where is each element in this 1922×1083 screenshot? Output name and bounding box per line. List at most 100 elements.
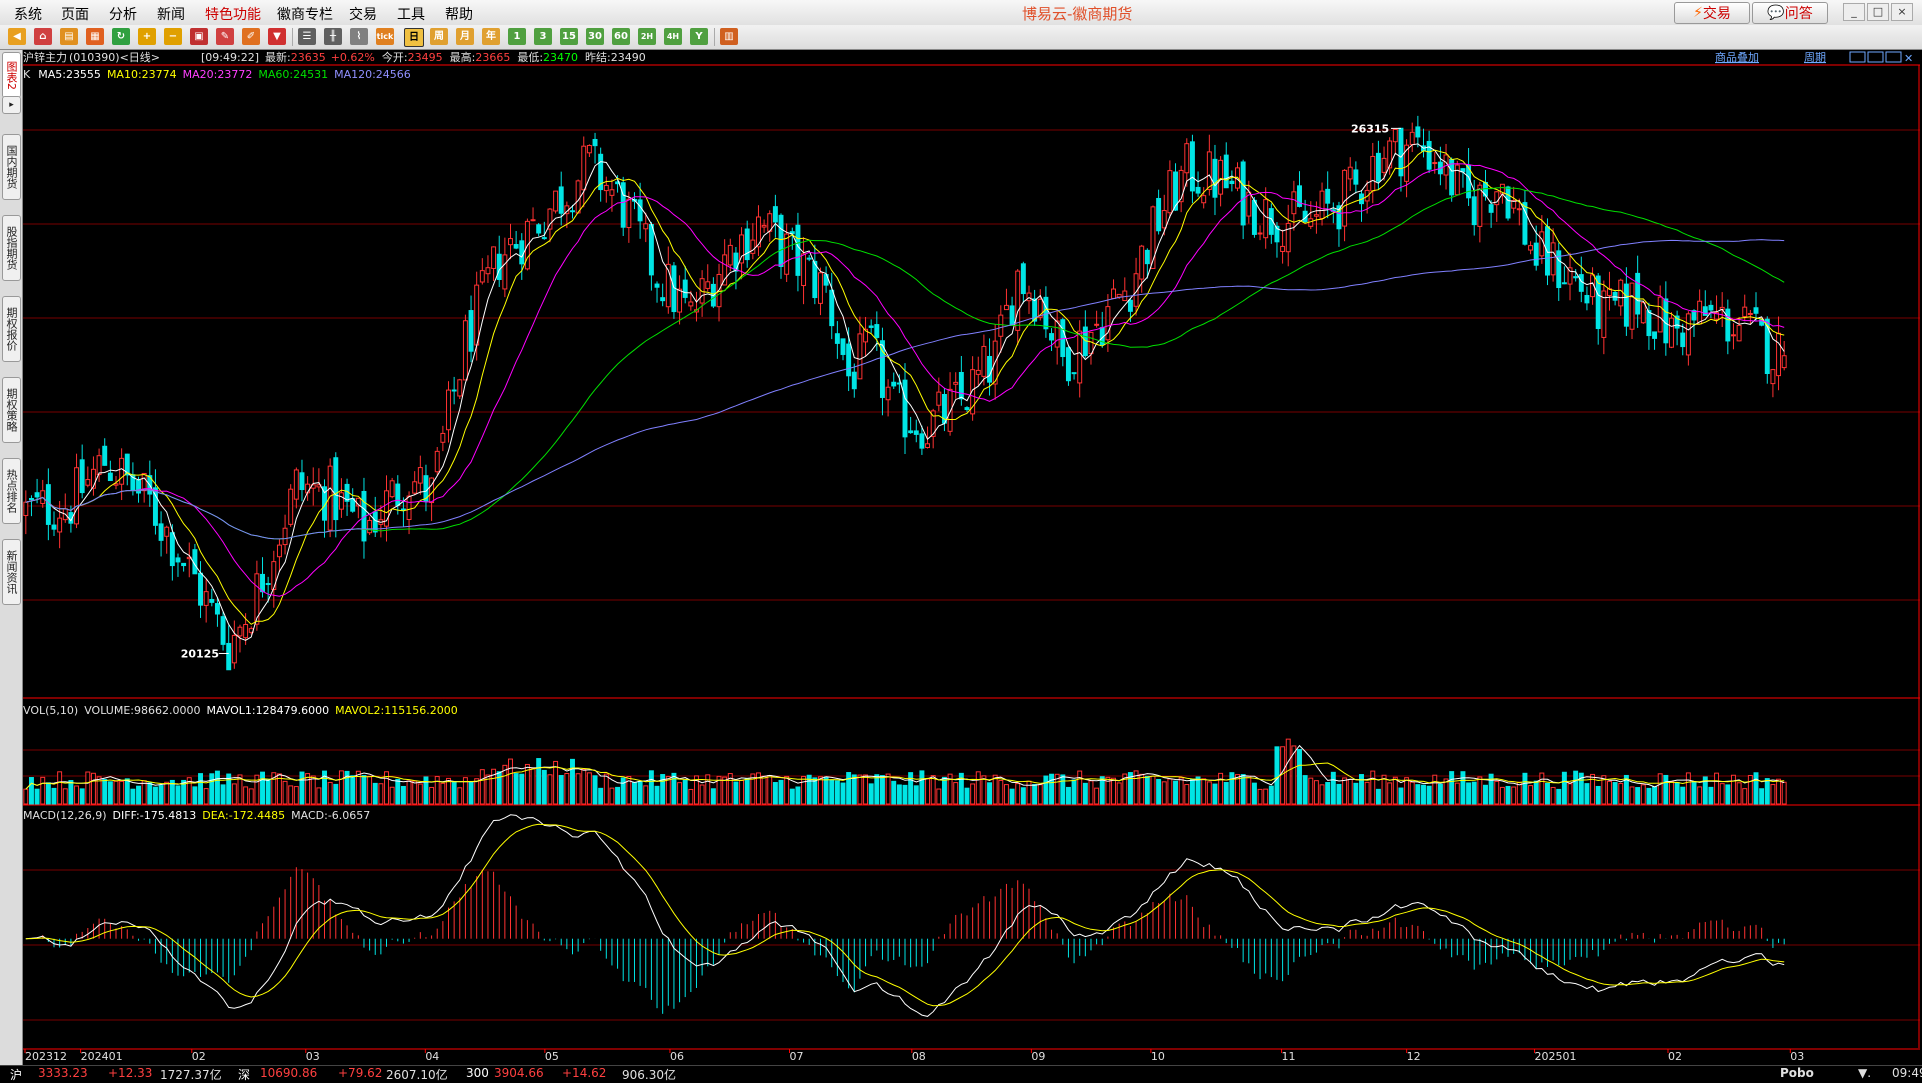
sidebar-tab-option-strategy[interactable]: 期权策略 [2,377,21,443]
candle-body [981,345,987,377]
layout-full-icon[interactable] [1885,51,1902,63]
calendar-icon[interactable]: ▥ [720,28,738,45]
sz-index-label: 深 [238,1068,251,1082]
volume-bar [581,768,587,805]
maximize-icon[interactable]: □ [1867,3,1889,21]
quote-icon[interactable]: ▦ [86,28,104,45]
menu-news[interactable]: 新闻 [157,4,185,24]
chat-icon: 💬 [1767,5,1785,21]
tick-icon[interactable]: tick [376,28,394,45]
back-icon[interactable]: ◀ [8,28,26,45]
draw-icon[interactable]: ✎ [216,28,234,45]
zoom-out-icon[interactable]: − [164,28,182,45]
volume-bar [1652,786,1658,805]
candle-body [79,459,85,494]
close-icon[interactable]: × [1891,3,1913,21]
period-week-button[interactable]: 周 [430,28,448,45]
candle-body [1528,245,1534,251]
minimize-icon[interactable]: _ [1843,3,1865,21]
candle-body [440,432,446,443]
sidebar-tab-domestic-futures[interactable]: 国内期货 [2,134,21,200]
period-1m-button[interactable]: 1 [508,28,526,45]
candle-body [57,517,63,533]
sh-index-change: +12.33 [108,1066,153,1080]
period-day-button[interactable]: 日 [404,28,424,47]
volume-bar [1206,781,1212,805]
sh-index-value: 3333.23 [38,1066,88,1080]
menu-trade[interactable]: 交易 [349,4,377,24]
refresh-icon[interactable]: ↻ [112,28,130,45]
candle-body [1618,279,1624,307]
volume-bar [508,758,513,805]
period-custom-button[interactable]: Y [690,28,708,45]
candle-body [795,224,801,276]
volume-bar [62,788,68,805]
candle-body [885,386,891,401]
brush-icon[interactable]: ✐ [242,28,260,45]
candle-body [457,379,463,397]
volume-bar [1618,783,1624,805]
volume-bar [479,769,485,805]
volume-bar [953,782,959,805]
layout-split-icon[interactable] [1867,51,1884,63]
trade-button[interactable]: ⚡ 交易 [1674,2,1750,24]
candle-body [1218,159,1224,195]
period-30m-button[interactable]: 30 [586,28,604,45]
overlay-link[interactable]: 商品叠加 [1715,50,1759,64]
volume-bar [1240,774,1246,805]
sidebar-tab-chart[interactable]: 图表2 [2,52,21,98]
sidebar-expand-icon[interactable]: ▸ [2,96,21,114]
candle-body [936,391,942,406]
list-icon[interactable]: ☰ [298,28,316,45]
layout-toggle-icon[interactable] [1849,51,1866,63]
menu-help[interactable]: 帮助 [445,4,473,24]
kline-icon[interactable]: ╫ [324,28,342,45]
folder-icon[interactable]: ▤ [60,28,78,45]
hs300-turnover: 906.30亿 [622,1068,676,1082]
menu-system[interactable]: 系统 [14,4,42,24]
period-4h-button[interactable]: 4H [664,28,682,45]
candle-body [761,224,767,228]
volume-bar [1370,770,1376,805]
candle-body [276,544,282,558]
sidebar-tab-hot-ranking[interactable]: 热点排名 [2,458,21,524]
sidebar-tab-index-futures[interactable]: 股指期货 [2,215,21,281]
menu-tools[interactable]: 工具 [397,4,425,24]
candle-body [834,333,840,344]
volume-bar [789,788,795,805]
period-2h-button[interactable]: 2H [638,28,656,45]
qa-button[interactable]: 💬 问答 [1752,2,1828,24]
home-icon[interactable]: ⌂ [34,28,52,45]
volume-bar [1708,786,1714,805]
candle-body [1387,140,1393,169]
kline-chart[interactable]: 202312 202401 02 03 04 05 06 07 08 09 10 11 12 202501… [23,50,1922,1064]
sidebar-tab-news[interactable]: 新闻资讯 [2,539,21,605]
period-60m-button[interactable]: 60 [612,28,630,45]
candle-body [1223,154,1229,189]
period-year-button[interactable]: 年 [482,28,500,45]
candle-body [727,244,733,266]
volume-bar [1144,775,1150,805]
menu-column[interactable]: 徽商专栏 [277,4,333,24]
menu-special[interactable]: 特色功能 [205,4,261,24]
menu-page[interactable]: 页面 [61,4,89,24]
period-month-button[interactable]: 月 [456,28,474,45]
sidebar-tab-option-quotes[interactable]: 期权报价 [2,296,21,362]
volume-bar [1432,774,1438,805]
volume-bar [1392,776,1398,805]
candle-body [1753,307,1759,314]
cycle-link[interactable]: 周期 [1804,51,1826,64]
period-15m-button[interactable]: 15 [560,28,578,45]
indicator-icon[interactable]: ⌇ [350,28,368,45]
x-axis-label: 08 [912,1050,926,1063]
panel-close-icon[interactable]: ✕ [1904,52,1913,65]
window-icon[interactable]: ▣ [190,28,208,45]
candle-body [1415,126,1421,138]
menu-analysis[interactable]: 分析 [109,4,137,24]
candle-body [987,355,993,383]
volume-bar [1466,782,1472,805]
zoom-in-icon[interactable]: + [138,28,156,45]
filter-icon[interactable]: ▼ [268,28,286,45]
volume-bar [513,773,519,805]
period-3m-button[interactable]: 3 [534,28,552,45]
